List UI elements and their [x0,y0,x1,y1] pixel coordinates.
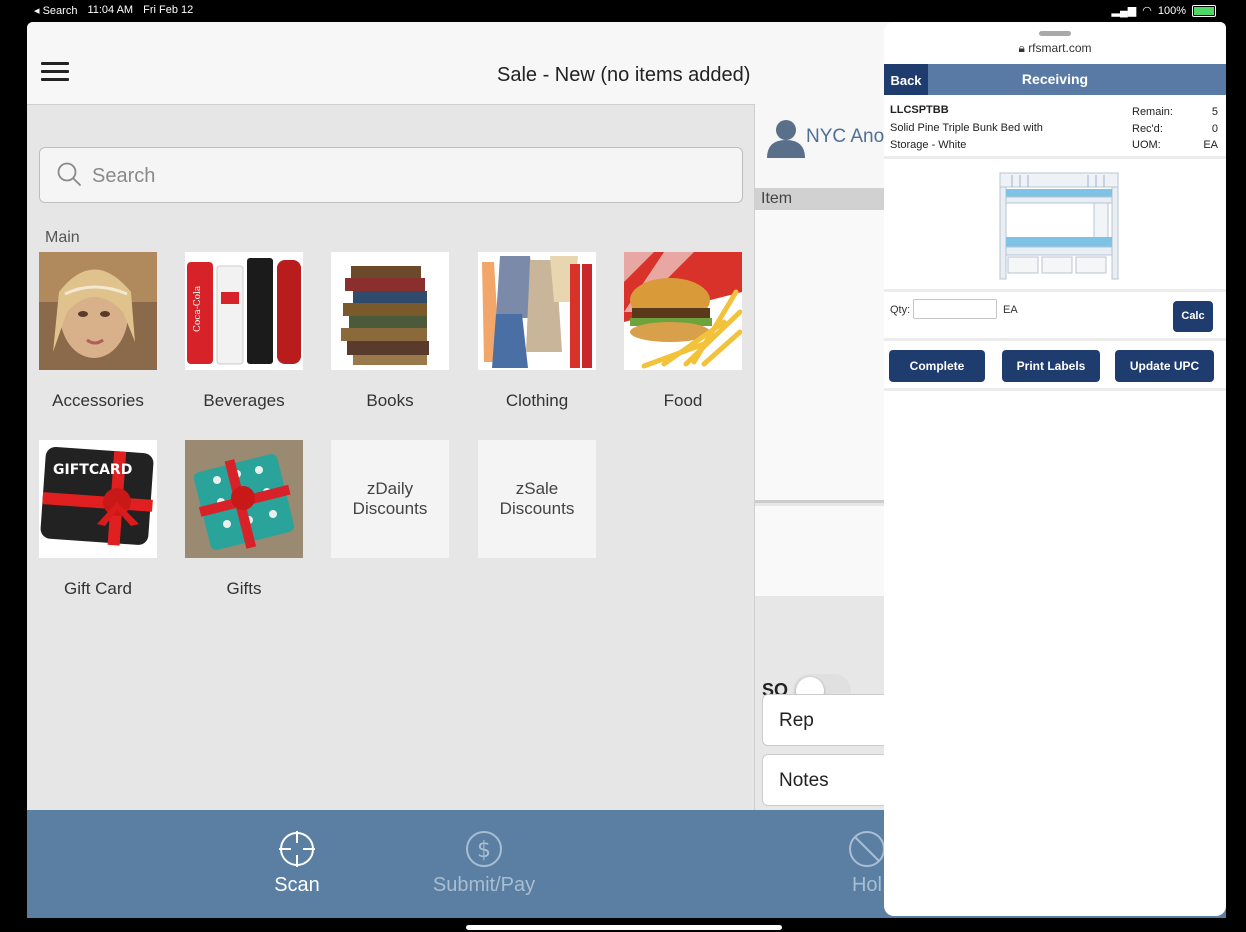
product-image [994,167,1124,285]
scan-button[interactable]: Scan [227,830,367,897]
dollar-icon: $ [466,831,502,867]
lock-icon: 🔒︎ [1018,41,1025,55]
divider [884,156,1226,159]
url-text: rfsmart.com [1028,41,1092,55]
category-gift-card[interactable]: GIFTCARD [39,440,157,558]
category-gifts[interactable] [185,440,303,558]
category-tile-text: zSale Discounts [499,479,575,518]
remain-value: 5 [1211,106,1218,118]
category-label: Beverages [203,391,285,410]
signal-icon: ▂▄▆ [1111,5,1137,17]
complete-button[interactable]: Complete [889,350,985,382]
beverage-logo-text: Coca-Cola [193,285,203,332]
home-indicator[interactable] [466,925,782,930]
person-icon [767,120,805,158]
search-box[interactable] [39,147,743,203]
gifts-image [185,440,303,558]
qty-label: Qty: [890,304,911,316]
update-upc-button[interactable]: Update UPC [1115,350,1214,382]
accessories-image [39,252,157,370]
gift-card-image: GIFTCARD [39,440,157,558]
section-label: Main [45,229,80,246]
category-label: Food [663,391,703,410]
receiving-sheet: 🔒︎ rfsmart.com Receiving Back LLCSPTBB S… [884,22,1226,916]
divider [884,289,1226,292]
food-image [624,252,743,370]
category-beverages[interactable]: Coca-Cola [185,252,303,370]
category-zdaily-discounts[interactable]: zDaily Discounts [331,440,449,558]
beverages-image: Coca-Cola [185,252,303,370]
divider [884,388,1226,391]
status-time: 11:04 AM [87,4,134,16]
no-entry-icon [849,831,885,867]
category-tile-text: zDaily Discounts [352,479,428,518]
clothing-image [478,252,596,370]
category-clothing[interactable] [478,252,596,370]
url-bar[interactable]: 🔒︎ rfsmart.com [884,41,1226,56]
status-bar: ◂ Search 11:04 AM Fri Feb 12 ▂▄▆ ◠ 100% [0,0,1246,22]
receiving-stats: Remain: 5 Rec'd: 0 UOM: EA [1132,106,1218,156]
category-zsale-discounts[interactable]: zSale Discounts [478,440,596,558]
category-books[interactable] [331,252,449,370]
books-image [331,252,449,370]
customer-name: NYC Ano [806,126,885,147]
status-date: Fri Feb 12 [143,4,194,16]
category-label: Clothing [505,391,569,410]
battery-percent: 100% [1157,4,1186,17]
back-button[interactable]: Back [884,64,928,95]
category-accessories[interactable] [39,252,157,370]
divider [884,338,1226,341]
remain-label: Remain: [1132,106,1173,118]
category-label: Accessories [52,391,144,410]
category-label: Gift Card [63,579,133,598]
wifi-icon: ◠ [1142,5,1152,17]
qty-input[interactable] [913,299,997,319]
qty-unit: EA [1003,304,1018,316]
receiving-header: Receiving Back [884,64,1226,95]
gift-card-text: GIFTCARD [53,462,132,478]
print-labels-button[interactable]: Print Labels [1002,350,1100,382]
category-label: Books [366,391,414,410]
category-food[interactable] [624,252,743,370]
page-title: Sale - New (no items added) [497,64,751,86]
submit-pay-label: Submit/Pay [432,874,536,896]
search-input[interactable] [90,160,694,192]
receiving-title: Receiving [1021,71,1089,87]
submit-pay-button[interactable]: $ Submit/Pay [414,830,554,897]
product-description: Solid Pine Triple Bunk Bed with Storage … [890,122,1043,151]
crosshair-icon [279,831,315,867]
search-icon [57,162,81,186]
recd-value: 0 [1211,122,1218,135]
uom-label: UOM: [1132,139,1161,151]
menu-icon[interactable] [41,62,69,82]
uom-value: EA [1203,139,1218,151]
scan-label: Scan [274,874,320,896]
battery-icon [1192,4,1216,17]
recd-label: Rec'd: [1132,122,1163,135]
hold-label: Hol [851,874,882,896]
calc-button[interactable]: Calc [1173,301,1213,332]
svg-text:$: $ [477,838,491,863]
category-label: Gifts [226,579,262,598]
back-to-app-link[interactable]: ◂ Search [34,4,77,17]
sheet-grabber[interactable] [1039,31,1071,36]
